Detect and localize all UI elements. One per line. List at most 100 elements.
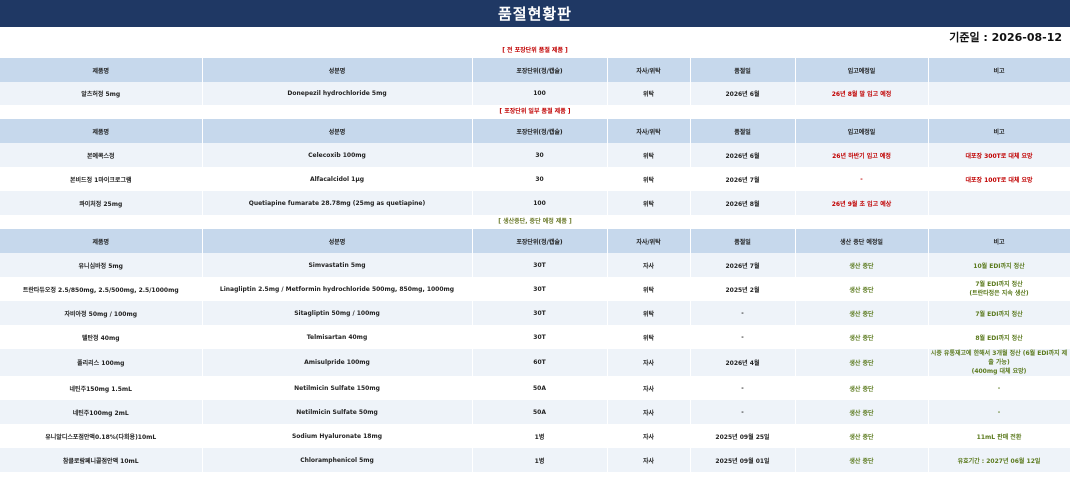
table-cell: 위탁 xyxy=(607,301,691,325)
table-cell: - xyxy=(690,376,796,400)
table-cell: 위탁 xyxy=(607,82,691,105)
table-cell: 60T xyxy=(472,349,608,376)
table-cell: 대포장 100T로 대체 요망 xyxy=(928,167,1070,191)
column-header: 성분명 xyxy=(202,58,473,82)
column-header: 제품명 xyxy=(0,229,203,253)
column-header: 품절일 xyxy=(690,58,796,82)
table-cell: 11mL 판매 전환 xyxy=(928,424,1070,448)
table-cell: 본비드정 1마이크로그램 xyxy=(0,167,203,191)
table-cell: 30T xyxy=(472,253,608,277)
table-cell: 30 xyxy=(472,143,608,167)
table-cell: Sodium Hyaluronate 18mg xyxy=(202,424,473,448)
table-cell: 1병 xyxy=(472,424,608,448)
table-cell: 자사 xyxy=(607,349,691,376)
table-cell: 자사 xyxy=(607,253,691,277)
column-header: 비고 xyxy=(928,58,1070,82)
reference-date: 기준일 : 2026-08-12 xyxy=(949,31,1062,44)
table-cell: - xyxy=(690,325,796,349)
table-cell: 유효기간 : 2027년 06월 12일 xyxy=(928,448,1070,472)
stock-table: 제품명 성분명 포장단위(정/캡슐) 자사/위탁 품절일 입고예정일 비고 본예콕스정 Cele… xyxy=(0,119,1070,215)
table-cell: 26년 9월 초 입고 예상 xyxy=(795,191,929,215)
column-header: 입고예정일 xyxy=(795,119,929,143)
cell-line: (트란타정은 지속 생산) xyxy=(969,290,1029,297)
table-cell: 참클로람페니콜점안액 10mL xyxy=(0,448,203,472)
table-cell: 2026년 4월 xyxy=(690,349,796,376)
table-cell: 2026년 6월 xyxy=(690,82,796,105)
table-cell: 생산 중단 xyxy=(795,448,929,472)
section-title: [ 전 포장단위 품절 제품 ] xyxy=(502,47,568,54)
date-row: 기준일 : 2026-08-12 xyxy=(0,27,1070,44)
table-row: 네틴주150mg 1.5mL Netilmicin Sulfate 150mg 50… xyxy=(0,376,1070,400)
table-cell: 생산 중단 xyxy=(795,400,929,424)
table-cell: 30T xyxy=(472,277,608,301)
table-cell: 생산 중단 xyxy=(795,277,929,301)
table-cell: 2025년 09월 25일 xyxy=(690,424,796,448)
table-cell: 2026년 7월 xyxy=(690,253,796,277)
page-title-bar: 품절현황판 xyxy=(0,0,1070,27)
table-row: 유니심바정 5mg Simvastatin 5mg 30T 자사 2026년 7월 생산 … xyxy=(0,253,1070,277)
table-cell: 위탁 xyxy=(607,191,691,215)
cell-line: 시중 유통재고에 한해서 3개월 정산 (6월 EDI까지 제출 가능) xyxy=(930,350,1068,366)
sections-container: [ 전 포장단위 품절 제품 ] 제품명 성분명 포장단위(정/캡슐) 자사/위탁 품절일… xyxy=(0,44,1070,472)
table-cell: 30 xyxy=(472,167,608,191)
table-row: 트란타듀오정 2.5/850mg, 2.5/500mg, 2.5/1000mg L… xyxy=(0,277,1070,301)
table-cell: 2026년 6월 xyxy=(690,143,796,167)
column-header: 자사/위탁 xyxy=(607,119,691,143)
table-cell: 생산 중단 xyxy=(795,376,929,400)
table-cell: Netilmicin Sulfate 150mg xyxy=(202,376,473,400)
table-row: 텔탄정 40mg Telmisartan 40mg 30T 위탁 - 생산 중단 8월 ED… xyxy=(0,325,1070,349)
table-cell: Simvastatin 5mg xyxy=(202,253,473,277)
column-header: 비고 xyxy=(928,119,1070,143)
table-cell: - xyxy=(928,376,1070,400)
column-header: 품절일 xyxy=(690,229,796,253)
column-header: 포장단위(정/캡슐) xyxy=(472,119,608,143)
table-row: 유니알디스포점안액0.18%(다회용)10mL Sodium Hyaluronat… xyxy=(0,424,1070,448)
table-cell: - xyxy=(690,301,796,325)
table-cell: 30T xyxy=(472,325,608,349)
table-cell: - xyxy=(928,400,1070,424)
table-cell: 자사 xyxy=(607,448,691,472)
table-cell: 2025년 2월 xyxy=(690,277,796,301)
table-cell: 위탁 xyxy=(607,143,691,167)
column-header: 성분명 xyxy=(202,119,473,143)
table-cell: Chloramphenicol 5mg xyxy=(202,448,473,472)
table-cell: 유니심바정 5mg xyxy=(0,253,203,277)
table-cell: Netilmicin Sulfate 50mg xyxy=(202,400,473,424)
column-header: 제품명 xyxy=(0,58,203,82)
table-cell: 유니알디스포점안액0.18%(다회용)10mL xyxy=(0,424,203,448)
table-cell: Donepezil hydrochloride 5mg xyxy=(202,82,473,105)
table-cell: 100 xyxy=(472,82,608,105)
table-cell: Quetiapine fumarate 28.78mg (25mg as que… xyxy=(202,191,473,215)
column-header: 포장단위(정/캡슐) xyxy=(472,229,608,253)
table-cell: 7월 EDI까지 정산 xyxy=(928,301,1070,325)
table-cell: 생산 중단 xyxy=(795,301,929,325)
cell-line: (400mg 대체 요망) xyxy=(971,368,1027,375)
table-cell: 100 xyxy=(472,191,608,215)
table-cell: 트란타듀오정 2.5/850mg, 2.5/500mg, 2.5/1000mg xyxy=(0,277,203,301)
table-cell: 10월 EDI까지 정산 xyxy=(928,253,1070,277)
cell-line: 7월 EDI까지 정산 xyxy=(975,281,1023,288)
table-cell: 생산 중단 xyxy=(795,325,929,349)
table-row: 본비드정 1마이크로그램 Alfacalcidol 1μg 30 위탁 2026년 7월… xyxy=(0,167,1070,191)
table-header-row: 제품명 성분명 포장단위(정/캡슐) 자사/위탁 품절일 입고예정일 비고 xyxy=(0,58,1070,82)
table-cell: 생산 중단 xyxy=(795,349,929,376)
table-cell: 위탁 xyxy=(607,167,691,191)
table-cell: 네틴주100mg 2mL xyxy=(0,400,203,424)
stock-table: 제품명 성분명 포장단위(정/캡슐) 자사/위탁 품절일 입고예정일 비고 알츠허정 5mg D… xyxy=(0,58,1070,105)
table-cell xyxy=(928,82,1070,105)
column-header: 제품명 xyxy=(0,119,203,143)
table-cell: 위탁 xyxy=(607,325,691,349)
table-cell: 50A xyxy=(472,400,608,424)
column-header: 자사/위탁 xyxy=(607,58,691,82)
table-cell xyxy=(928,191,1070,215)
table-cell: Telmisartan 40mg xyxy=(202,325,473,349)
table-cell: 30T xyxy=(472,301,608,325)
table-cell: 대포장 300T로 대체 요망 xyxy=(928,143,1070,167)
table-row: 알츠허정 5mg Donepezil hydrochloride 5mg 100 위탁… xyxy=(0,82,1070,105)
column-header: 품절일 xyxy=(690,119,796,143)
table-cell: 2025년 09월 01일 xyxy=(690,448,796,472)
section-title: [ 생산중단, 중단 예정 제품 ] xyxy=(498,218,572,225)
column-header: 입고예정일 xyxy=(795,58,929,82)
table-cell: 자사 xyxy=(607,400,691,424)
page-title: 품절현황판 xyxy=(497,5,572,23)
